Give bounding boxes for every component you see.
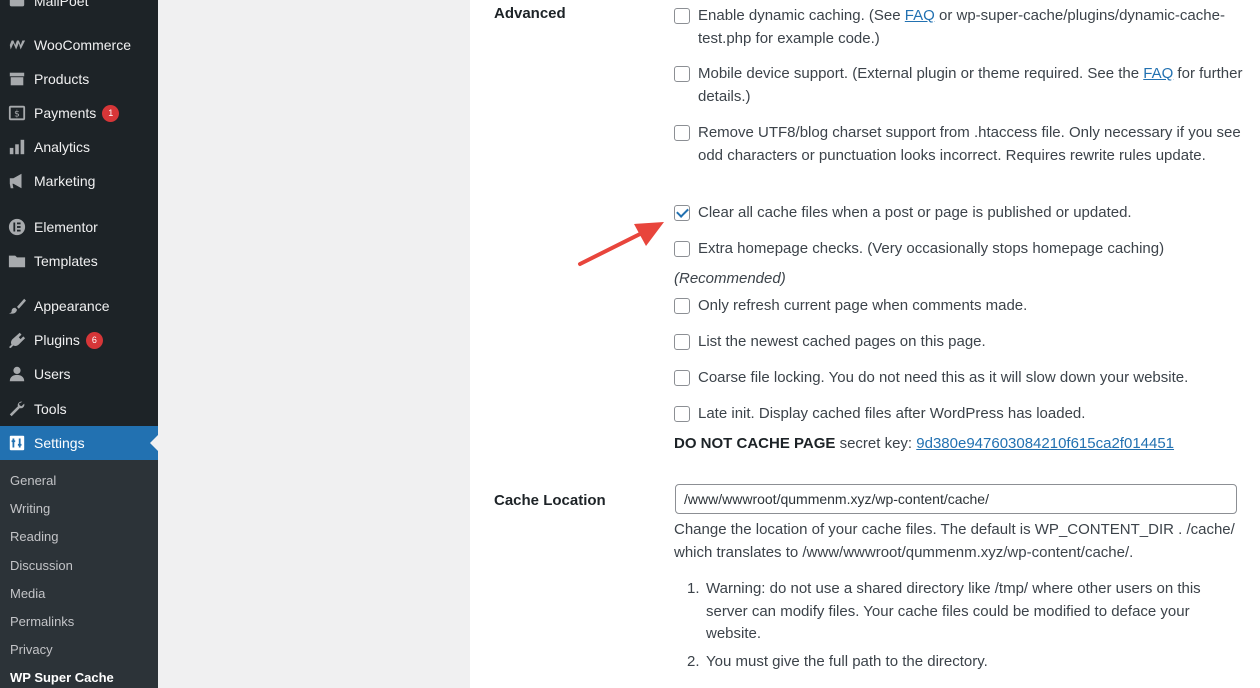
faq-link[interactable]: FAQ [1143, 65, 1173, 82]
user-icon [7, 364, 27, 384]
products-icon [7, 69, 27, 89]
menu-tools[interactable]: Tools [0, 392, 158, 426]
warning-item: 2. You must give the full path to the dir… [687, 652, 988, 670]
checkbox-remove-utf8[interactable] [674, 125, 690, 141]
menu-label: Payments [34, 105, 97, 121]
option-clear-cache: Clear all cache files when a post or pag… [674, 202, 1244, 225]
checkbox-coarse-locking[interactable] [674, 370, 690, 386]
menu-payments[interactable]: $ Payments 1 [0, 96, 158, 130]
menu-label: Analytics [34, 139, 91, 155]
option-text: Remove UTF8/blog charset support from .h… [698, 124, 1241, 164]
checkbox-late-init[interactable] [674, 406, 690, 422]
menu-templates[interactable]: Templates [0, 244, 158, 278]
menu-appearance[interactable]: Appearance [0, 289, 158, 323]
wrench-icon [7, 399, 27, 419]
checkbox-dynamic-caching[interactable] [674, 8, 690, 24]
menu-label: Users [34, 366, 71, 382]
submenu-writing[interactable]: Writing [10, 501, 50, 516]
settings-icon [7, 433, 27, 453]
checkbox-extra-homepage[interactable] [674, 241, 690, 257]
menu-mailpoet[interactable]: MailPoet [0, 0, 158, 18]
checkbox-mobile-support[interactable] [674, 66, 690, 82]
submenu-wp-super-cache[interactable]: WP Super Cache [10, 670, 114, 685]
menu-users[interactable]: Users [0, 357, 158, 391]
submenu-permalinks[interactable]: Permalinks [10, 614, 74, 629]
plugin-icon [7, 330, 27, 350]
menu-label: Settings [34, 435, 85, 451]
elementor-icon [7, 217, 27, 237]
plugins-badge: 6 [85, 331, 103, 349]
payments-badge: 1 [102, 104, 120, 122]
secret-key-row: DO NOT CACHE PAGE secret key: 9d380e9476… [674, 435, 1175, 452]
option-text: Clear all cache files when a post or pag… [698, 204, 1132, 221]
menu-label: Elementor [34, 219, 98, 235]
menu-plugins[interactable]: Plugins 6 [0, 323, 158, 357]
option-dynamic-caching: Enable dynamic caching. (See FAQ or wp-s… [674, 5, 1244, 50]
submenu-general[interactable]: General [10, 473, 56, 488]
menu-label: WooCommerce [34, 37, 131, 53]
option-text: Mobile device support. (External plugin … [698, 65, 1243, 105]
option-refresh-current: Only refresh current page when comments … [674, 295, 1244, 318]
checkbox-clear-cache[interactable] [674, 205, 690, 221]
cache-location-description: Change the location of your cache files.… [674, 521, 1235, 561]
option-coarse-locking: Coarse file locking. You do not need thi… [674, 367, 1244, 390]
cache-location-label: Cache Location [494, 492, 606, 509]
woocommerce-icon [7, 35, 27, 55]
checkbox-refresh-current[interactable] [674, 298, 690, 314]
analytics-icon [7, 137, 27, 157]
secret-key-heading: DO NOT CACHE PAGE [674, 435, 836, 452]
folder-icon [7, 251, 27, 271]
option-remove-utf8: Remove UTF8/blog charset support from .h… [674, 122, 1244, 167]
admin-sidebar: MailPoet WooCommerce Products $ Payments… [0, 0, 158, 688]
menu-products[interactable]: Products [0, 62, 158, 96]
faq-link[interactable]: FAQ [905, 7, 935, 24]
menu-label: Products [34, 71, 90, 87]
option-text: Late init. Display cached files after Wo… [698, 405, 1086, 422]
submenu-reading[interactable]: Reading [10, 529, 58, 544]
paintbrush-icon [7, 296, 27, 316]
menu-label: MailPoet [34, 0, 89, 9]
warning-item: 1. Warning: do not use a shared directory… [687, 580, 1201, 642]
menu-settings[interactable]: Settings [0, 426, 158, 460]
advanced-label: Advanced [494, 5, 566, 22]
menu-label: Marketing [34, 173, 96, 189]
cache-location-warnings: 1. Warning: do not use a shared directory… [674, 578, 1244, 678]
mailpoet-icon [7, 0, 27, 11]
menu-label: Plugins [34, 332, 80, 348]
settings-submenu: General Writing Reading Discussion Media… [0, 460, 158, 688]
submenu-discussion[interactable]: Discussion [10, 558, 73, 573]
menu-label: Tools [34, 401, 67, 417]
submenu-privacy[interactable]: Privacy [10, 642, 53, 657]
payments-icon: $ [7, 103, 27, 123]
menu-marketing[interactable]: Marketing [0, 164, 158, 198]
option-extra-homepage: Extra homepage checks. (Very occasionall… [674, 238, 1244, 261]
cache-location-input[interactable]: /www/wwwroot/qummenm.xyz/wp-content/cach… [675, 484, 1237, 514]
option-text: List the newest cached pages on this pag… [698, 333, 986, 350]
option-text: Extra homepage checks. (Very occasionall… [698, 240, 1165, 257]
option-list-newest: List the newest cached pages on this pag… [674, 331, 1244, 354]
option-text: Only refresh current page when comments … [698, 297, 1028, 314]
checkbox-list-newest[interactable] [674, 334, 690, 350]
svg-text:$: $ [14, 110, 20, 120]
menu-woocommerce[interactable]: WooCommerce [0, 28, 158, 62]
annotation-arrow-icon [578, 222, 664, 266]
recommended-note: (Recommended) [674, 270, 786, 287]
secret-key-link[interactable]: 9d380e947603084210f615ca2f014451 [916, 435, 1174, 452]
submenu-media[interactable]: Media [10, 586, 45, 601]
option-text: Coarse file locking. You do not need thi… [698, 369, 1189, 386]
menu-analytics[interactable]: Analytics [0, 130, 158, 164]
menu-label: Appearance [34, 298, 110, 314]
option-text: Enable dynamic caching. (See FAQ or wp-s… [698, 7, 1225, 47]
megaphone-icon [7, 171, 27, 191]
option-mobile-support: Mobile device support. (External plugin … [674, 63, 1244, 108]
menu-elementor[interactable]: Elementor [0, 210, 158, 244]
menu-label: Templates [34, 253, 98, 269]
option-late-init: Late init. Display cached files after Wo… [674, 403, 1244, 426]
